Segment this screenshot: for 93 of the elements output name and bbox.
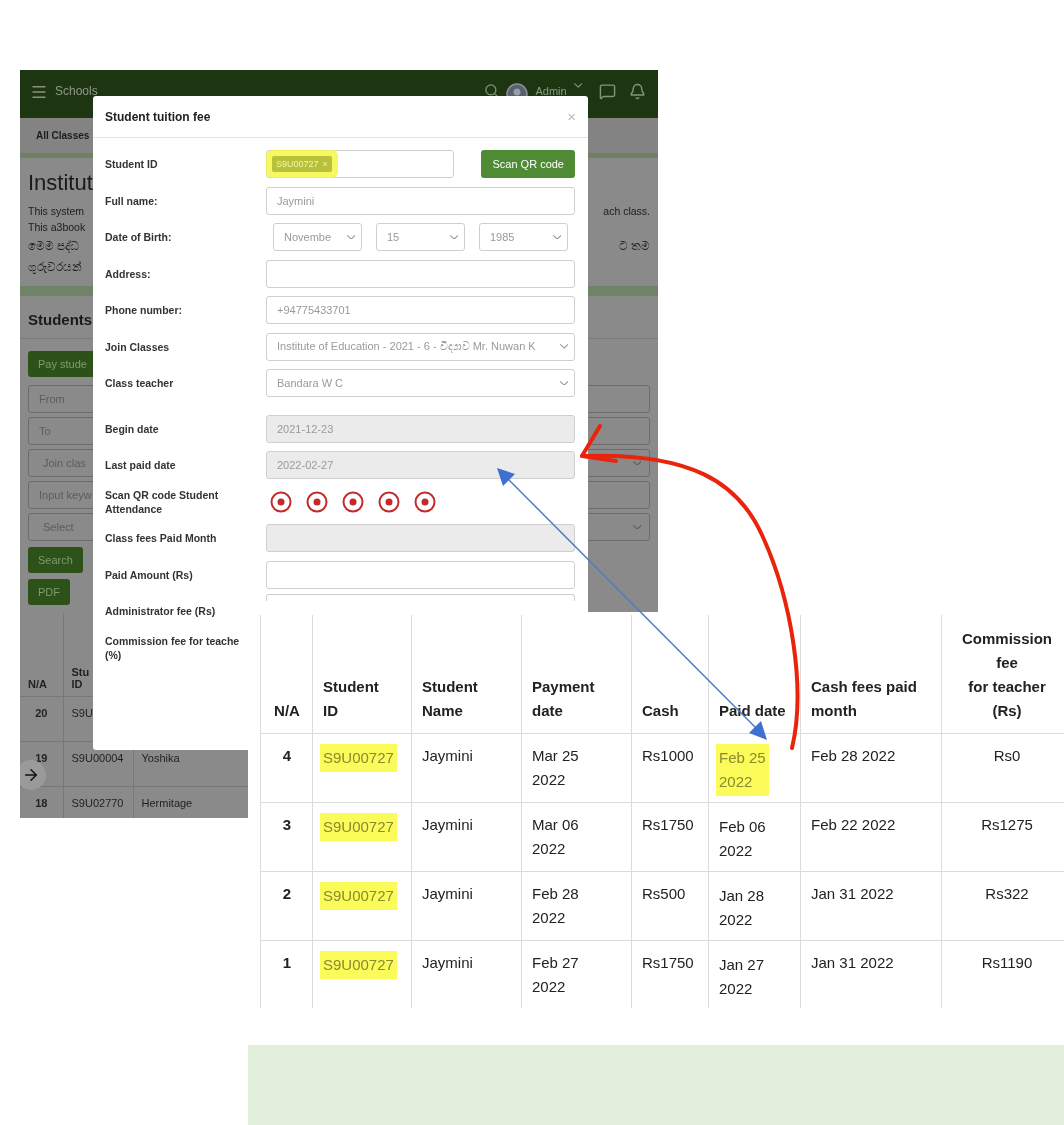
field-label: Last paid date xyxy=(105,458,177,472)
attendance-mark-icon[interactable] xyxy=(342,490,364,513)
student-id-text: S9U00727 xyxy=(320,881,397,910)
table-cell: 4 xyxy=(260,733,313,802)
user-menu[interactable]: Admin xyxy=(535,85,567,97)
table-cell: 1 xyxy=(260,940,313,1008)
table-cell: 20 xyxy=(20,696,63,741)
attendance-mark-icon[interactable] xyxy=(270,490,292,513)
intro-text: ach class. xyxy=(603,204,650,218)
student-id-text: S9U00727 xyxy=(320,950,397,979)
select-field[interactable]: Bandara W C xyxy=(266,369,575,397)
field-label: Scan QR code Student Attendance xyxy=(105,487,220,516)
date-select[interactable]: 1985 xyxy=(479,223,568,251)
select-field[interactable]: Institute of Education - 2021 - 6 - විද්‍යාව Mr. Nuwan K xyxy=(266,332,575,361)
field-label: Date of Birth: xyxy=(105,230,173,244)
table-cell: Feb 22 2022 xyxy=(800,802,942,871)
message-icon[interactable] xyxy=(599,83,616,100)
pdf-button[interactable]: PDF xyxy=(28,579,70,605)
date-select[interactable]: 15 xyxy=(376,223,465,251)
intro-text: ට තම xyxy=(618,238,650,255)
attendance-mark-icon[interactable] xyxy=(378,490,400,513)
date-select[interactable]: Novembe xyxy=(273,223,362,251)
close-button[interactable]: × xyxy=(567,108,576,125)
chevron-down-icon xyxy=(346,234,355,240)
intro-text: This a3book xyxy=(28,220,86,234)
modal-title: Student tuition fee xyxy=(105,109,211,124)
field-label: Class fees Paid Month xyxy=(105,531,218,545)
field-label: Class teacher xyxy=(105,376,175,390)
column-header: Student Name xyxy=(411,615,522,733)
search-button[interactable]: Search xyxy=(28,547,83,573)
field-label: Join Classes xyxy=(105,339,171,354)
chevron-down-icon xyxy=(449,234,458,240)
input-field[interactable] xyxy=(266,524,575,552)
search-icon[interactable] xyxy=(484,83,500,98)
bell-icon[interactable] xyxy=(629,83,646,100)
chevron-down-icon xyxy=(573,83,582,88)
table-cell: Mar 25 2022 xyxy=(521,733,632,802)
chevron-down-icon xyxy=(632,524,641,530)
table-cell: Jan 31 2022 xyxy=(800,871,942,940)
chevron-down-icon xyxy=(559,380,568,386)
app-title: Schools xyxy=(55,84,98,98)
table-cell: S9U02770 xyxy=(63,786,133,818)
field-label: Address: xyxy=(105,266,152,281)
breadcrumb-link[interactable]: All Classes xyxy=(36,130,90,141)
field-label: Paid Amount (Rs) xyxy=(105,567,194,582)
table-cell: Mar 06 2022 xyxy=(521,802,632,871)
attendance-mark-icon[interactable] xyxy=(306,490,328,513)
input-field[interactable] xyxy=(266,560,575,589)
menu-icon[interactable] xyxy=(30,83,48,101)
table-cell: Rs1000 xyxy=(631,733,709,802)
student-id-text: S9U00727 xyxy=(320,743,397,772)
column-header: Student ID xyxy=(312,615,412,733)
table-cell: Jaymini xyxy=(411,802,522,871)
input-field[interactable]: +94775433701 xyxy=(266,296,575,324)
paid-date-text: Feb 25 2022 xyxy=(716,743,769,796)
column-header: Payment date xyxy=(521,615,632,733)
intro-text: ගුරුවරයන් xyxy=(28,259,82,276)
column-header: N/A xyxy=(260,615,313,733)
input-field[interactable] xyxy=(266,259,575,288)
intro-text: This system xyxy=(28,204,84,218)
page-heading: Institut xyxy=(28,170,94,196)
table-cell: Jaymini xyxy=(411,871,522,940)
input-field[interactable]: Jaymini xyxy=(266,186,575,215)
table-cell: Feb 28 2022 xyxy=(521,871,632,940)
table-cell: Rs500 xyxy=(631,871,709,940)
table-cell: Rs1750 xyxy=(631,802,709,871)
chevron-down-icon xyxy=(559,344,568,349)
table-cell: Jaymini xyxy=(411,733,522,802)
next-button[interactable] xyxy=(20,760,46,790)
intro-text: මෙම පද්ධ xyxy=(28,238,80,255)
column-header: Cash fees paid month xyxy=(800,615,942,733)
paid-date-text: Feb 06 2022 xyxy=(718,816,767,861)
field-label: Phone number: xyxy=(105,303,183,317)
chevron-down-icon xyxy=(552,234,561,240)
input-field[interactable]: 2021-12-23 xyxy=(266,414,575,443)
attendance-mark-icon[interactable] xyxy=(414,490,436,513)
arrow-right-icon xyxy=(22,766,40,784)
field-label: Full name: xyxy=(105,193,159,208)
student-id-field[interactable]: S9U00727 × xyxy=(266,150,454,178)
field-label: Student ID xyxy=(105,157,159,171)
column-header: Cash xyxy=(631,615,709,733)
student-id-text: S9U00727 xyxy=(320,812,397,841)
table-cell: 3 xyxy=(260,802,313,871)
input-field[interactable]: 2022-02-27 xyxy=(266,451,575,479)
table-cell: 2 xyxy=(260,871,313,940)
column-header: N/A xyxy=(20,613,63,696)
scan-qr-button[interactable]: Scan QR code xyxy=(481,150,575,178)
table-cell: Feb 28 2022 xyxy=(800,733,942,802)
paid-date-text: Jan 27 2022 xyxy=(718,954,766,999)
chevron-down-icon xyxy=(632,460,641,466)
input-field[interactable] xyxy=(266,594,575,601)
paid-date-text: Jan 28 2022 xyxy=(718,885,766,930)
field-label: Begin date xyxy=(105,421,160,436)
